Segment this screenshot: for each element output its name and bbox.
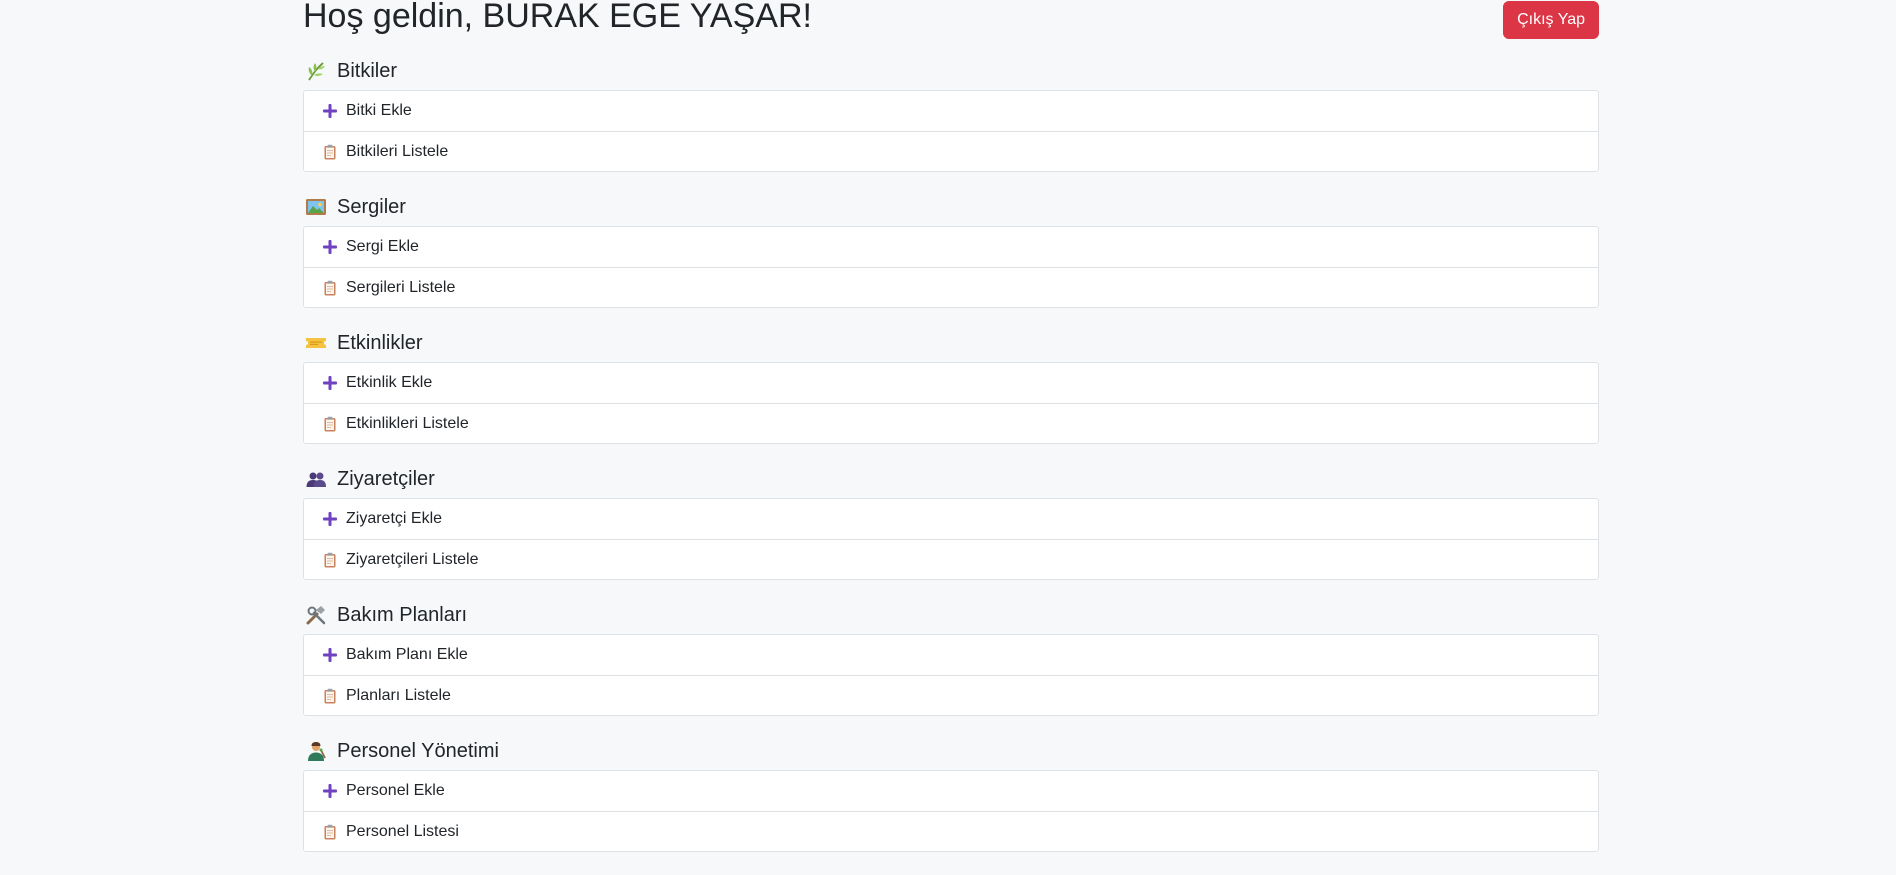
- section-menu: Bakım Planı Ekle Planları Listele: [303, 634, 1599, 716]
- list-item-label: Planları Listele: [346, 686, 451, 704]
- section-ziyaretciler: Ziyaretçiler Ziyaretçi Ekle Ziyaretçiler…: [303, 466, 1599, 580]
- list-item-label: Bakım Planı Ekle: [346, 646, 468, 663]
- section-title: Bakım Planları: [337, 603, 468, 626]
- list-item-label: Personel Listesi: [346, 822, 459, 840]
- section-bakim-planlari: Bakım Planları Bakım Planı Ekle Planları…: [303, 602, 1599, 716]
- add-plant-link[interactable]: Bitki Ekle: [304, 91, 1598, 131]
- list-item-label: Ziyaretçileri Listele: [346, 550, 479, 568]
- list-item-label: Etkinlikleri Listele: [346, 414, 469, 432]
- section-menu: Ziyaretçi Ekle Ziyaretçileri Listele: [303, 498, 1599, 580]
- list-plants-link[interactable]: Bitkileri Listele: [304, 131, 1598, 171]
- list-visitors-link[interactable]: Ziyaretçileri Listele: [304, 539, 1598, 579]
- plus-icon: [322, 239, 338, 255]
- section-personel-yonetimi: Personel Yönetimi Personel Ekle Personel…: [303, 738, 1599, 852]
- list-item-label: Personel Ekle: [346, 782, 445, 799]
- section-title: Ziyaretçiler: [337, 467, 435, 490]
- add-exhibition-link[interactable]: Sergi Ekle: [304, 227, 1598, 267]
- plus-icon: [322, 103, 338, 119]
- add-event-link[interactable]: Etkinlik Ekle: [304, 363, 1598, 403]
- section-header: Ziyaretçiler: [303, 466, 1599, 492]
- list-item-label: Bitkileri Listele: [346, 142, 449, 160]
- list-item-label: Bitki Ekle: [346, 102, 412, 119]
- section-title: Etkinlikler: [337, 331, 423, 354]
- clipboard-icon: [322, 552, 338, 568]
- add-visitor-link[interactable]: Ziyaretçi Ekle: [304, 499, 1598, 539]
- clipboard-icon: [322, 416, 338, 432]
- clipboard-icon: [322, 280, 338, 296]
- section-title: Sergiler: [337, 195, 406, 218]
- list-item-label: Ziyaretçi Ekle: [346, 510, 443, 527]
- list-events-link[interactable]: Etkinlikleri Listele: [304, 403, 1598, 443]
- list-plans-link[interactable]: Planları Listele: [304, 675, 1598, 715]
- people-icon: [305, 468, 327, 490]
- ticket-icon: [305, 332, 327, 354]
- plus-icon: [322, 375, 338, 391]
- page-header: Hoş geldin, BURAK EGE YAŞAR! Çıkış Yap: [303, 0, 1599, 58]
- list-exhibitions-link[interactable]: Sergileri Listele: [304, 267, 1598, 307]
- section-sergiler: Sergiler Sergi Ekle Sergileri Listele: [303, 194, 1599, 308]
- section-header: Etkinlikler: [303, 330, 1599, 356]
- section-bitkiler: Bitkiler Bitki Ekle Bitkileri Listele: [303, 58, 1599, 172]
- section-header: Bitkiler: [303, 58, 1599, 84]
- section-menu: Etkinlik Ekle Etkinlikleri Listele: [303, 362, 1599, 444]
- list-item-label: Sergi Ekle: [346, 238, 419, 255]
- section-title: Bitkiler: [337, 59, 398, 82]
- tools-icon: [305, 604, 327, 626]
- list-item-label: Etkinlik Ekle: [346, 374, 433, 391]
- farmer-icon: [305, 740, 327, 762]
- section-menu: Bitki Ekle Bitkileri Listele: [303, 90, 1599, 172]
- add-maintenance-plan-link[interactable]: Bakım Planı Ekle: [304, 635, 1598, 675]
- section-etkinlikler: Etkinlikler Etkinlik Ekle Etkinlikleri L…: [303, 330, 1599, 444]
- herb-icon: [305, 60, 327, 82]
- dashboard-container: Hoş geldin, BURAK EGE YAŞAR! Çıkış Yap B…: [303, 0, 1599, 874]
- section-menu: Sergi Ekle Sergileri Listele: [303, 226, 1599, 308]
- list-item-label: Sergileri Listele: [346, 278, 456, 296]
- section-header: Bakım Planları: [303, 602, 1599, 628]
- list-staff-link[interactable]: Personel Listesi: [304, 811, 1598, 851]
- plus-icon: [322, 647, 338, 663]
- page-title: Hoş geldin, BURAK EGE YAŞAR!: [303, 0, 812, 35]
- framed-picture-icon: [305, 196, 327, 218]
- clipboard-icon: [322, 824, 338, 840]
- plus-icon: [322, 783, 338, 799]
- section-header: Sergiler: [303, 194, 1599, 220]
- clipboard-icon: [322, 144, 338, 160]
- plus-icon: [322, 511, 338, 527]
- section-title: Personel Yönetimi: [337, 739, 499, 762]
- clipboard-icon: [322, 688, 338, 704]
- section-header: Personel Yönetimi: [303, 738, 1599, 764]
- add-staff-link[interactable]: Personel Ekle: [304, 771, 1598, 811]
- logout-button[interactable]: Çıkış Yap: [1503, 1, 1599, 39]
- section-menu: Personel Ekle Personel Listesi: [303, 770, 1599, 852]
